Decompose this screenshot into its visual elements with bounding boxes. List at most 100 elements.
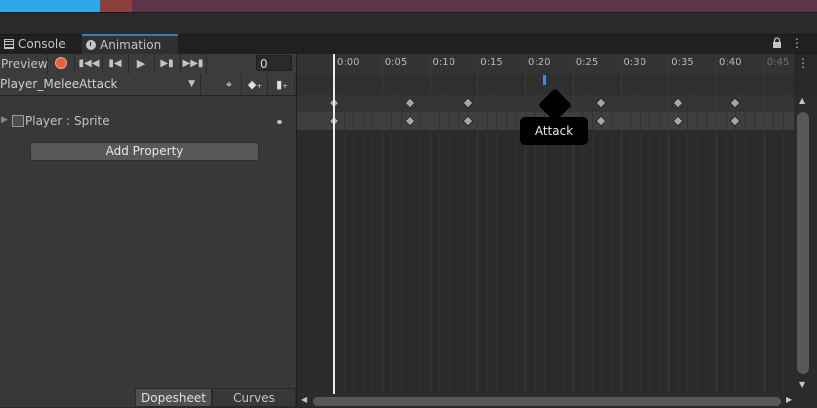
timeline-grid-line (591, 54, 593, 394)
timeline-menu-icon[interactable]: ⋮ (797, 56, 809, 70)
horizontal-scroll-thumb[interactable] (313, 397, 781, 406)
timeline-grid-line (381, 54, 383, 394)
ruler-tick-label: 0:20 (528, 57, 551, 68)
add-property-button[interactable]: Add Property (30, 142, 259, 161)
scroll-down-icon[interactable]: ▼ (799, 380, 805, 389)
timeline-grid-line (439, 54, 441, 394)
tab-dopesheet[interactable]: Dopesheet (135, 388, 212, 407)
timeline-grid-line (391, 54, 393, 394)
play-button[interactable]: ▶ (128, 54, 155, 74)
timeline-grid-line (362, 54, 364, 394)
timeline-grid-line (725, 54, 727, 394)
record-button[interactable] (48, 54, 75, 74)
timeline-grid-line (716, 54, 717, 394)
ruler-tick-label: 0:10 (432, 57, 455, 68)
timeline-grid-line (668, 54, 670, 394)
timeline-grid-line (620, 54, 622, 394)
tab-console[interactable]: Console (0, 34, 80, 54)
timeline-grid-line (630, 54, 632, 394)
timeline-grid-line (343, 54, 345, 394)
ruler-tick-label: 0:35 (671, 57, 694, 68)
timeline-grid-line (658, 54, 660, 394)
console-icon (4, 39, 14, 49)
timeline-grid-line (687, 54, 689, 394)
ruler-tick-label: 0:25 (575, 57, 599, 68)
timeline-grid-line (400, 54, 402, 394)
last-keyframe-button[interactable]: ▶▶▮ (180, 54, 207, 74)
previous-keyframe-button[interactable]: ▮◀ (102, 54, 129, 74)
timeline-grid-line (448, 54, 450, 394)
animation-event-marker[interactable] (543, 75, 547, 85)
scene-sprite-thumbnail (100, 0, 132, 12)
frame-field[interactable]: 0 (256, 55, 292, 71)
first-keyframe-icon: ▮◀◀ (78, 58, 100, 69)
filter-keyframe-icon: ⌖ (225, 78, 233, 91)
add-event-icon: ▮₊ (276, 78, 288, 91)
timeline-grid-line (429, 54, 431, 394)
ruler-tick-label: 0:30 (623, 57, 646, 68)
property-label: Player : Sprite (25, 114, 110, 128)
timeline-grid-line (515, 54, 517, 394)
timeline-grid-line (419, 54, 421, 394)
record-icon (55, 57, 67, 69)
clip-dropdown[interactable]: Player_MeleeAttack ▼ (0, 74, 201, 95)
chevron-down-icon: ▼ (188, 79, 195, 89)
timeline-grid-line (763, 54, 765, 394)
scene-view-blue-area (0, 0, 100, 12)
add-keyframe-button[interactable]: ◆₊ (243, 74, 268, 95)
previous-keyframe-icon: ▮◀ (108, 58, 122, 69)
ruler-tick-label: 0:15 (480, 57, 503, 68)
playhead[interactable] (333, 54, 335, 394)
timeline-grid-line (477, 54, 479, 394)
timeline-grid-line (639, 54, 641, 394)
timeline-grid-line (353, 54, 355, 394)
timeline-grid-line (486, 54, 488, 394)
menu-icon[interactable]: ⋮ (791, 36, 803, 50)
timeline-grid-line (372, 54, 374, 394)
panel-separator (0, 12, 817, 35)
timeline-grid-line (706, 54, 708, 394)
play-icon: ▶ (136, 57, 146, 70)
timeline-grid-line (582, 54, 584, 394)
timeline-grid-line (496, 54, 498, 394)
timeline-grid-line (744, 54, 746, 394)
sprite-icon (12, 115, 24, 127)
timeline-grid-line (534, 54, 536, 394)
tab-console-label: Console (18, 37, 66, 51)
scroll-up-icon[interactable]: ▲ (799, 96, 805, 105)
filter-keyframe-button[interactable]: ⌖ (217, 74, 242, 95)
timeline-grid-line (610, 54, 612, 394)
lock-icon[interactable] (772, 37, 782, 49)
add-keyframe-icon: ◆₊ (247, 78, 263, 91)
ruler-tick-label: 0:00 (337, 57, 360, 68)
tab-animation-label: Animation (100, 38, 162, 52)
timeline-grid-line (525, 54, 526, 394)
timeline-grid-line (773, 54, 775, 394)
timeline-grid-line (649, 54, 651, 394)
tab-curves[interactable]: Curves (212, 388, 296, 407)
ruler-tick-label: 0:45 (766, 57, 790, 68)
scroll-right-icon[interactable]: ▶ (786, 395, 792, 404)
timeline-grid-line (572, 54, 574, 394)
first-keyframe-button[interactable]: ▮◀◀ (76, 54, 103, 74)
tab-animation[interactable]: Animation (82, 34, 178, 54)
next-keyframe-button[interactable]: ▶▮ (154, 54, 181, 74)
property-options-icon[interactable] (277, 120, 282, 124)
expand-arrow-icon[interactable]: ▶ (1, 115, 8, 125)
next-keyframe-icon: ▶▮ (160, 58, 174, 69)
timeline-grid-line (782, 54, 784, 394)
ruler-tick-label: 0:40 (719, 57, 742, 68)
animation-icon (86, 40, 96, 50)
timeline-grid-line (505, 54, 507, 394)
property-panel (0, 54, 297, 407)
preview-button[interactable]: Preview (0, 54, 48, 74)
event-tooltip: Attack (520, 117, 588, 145)
vertical-scroll-thumb[interactable] (797, 112, 809, 374)
add-event-button[interactable]: ▮₊ (270, 74, 295, 95)
ruler-tick-label: 0:05 (384, 57, 408, 68)
last-keyframe-icon: ▶▶▮ (182, 58, 204, 69)
timeline-grid-line (754, 54, 756, 394)
timeline-grid-line (696, 54, 698, 394)
clip-dropdown-label: Player_MeleeAttack (0, 77, 118, 91)
scroll-left-icon[interactable]: ◀ (301, 395, 307, 404)
